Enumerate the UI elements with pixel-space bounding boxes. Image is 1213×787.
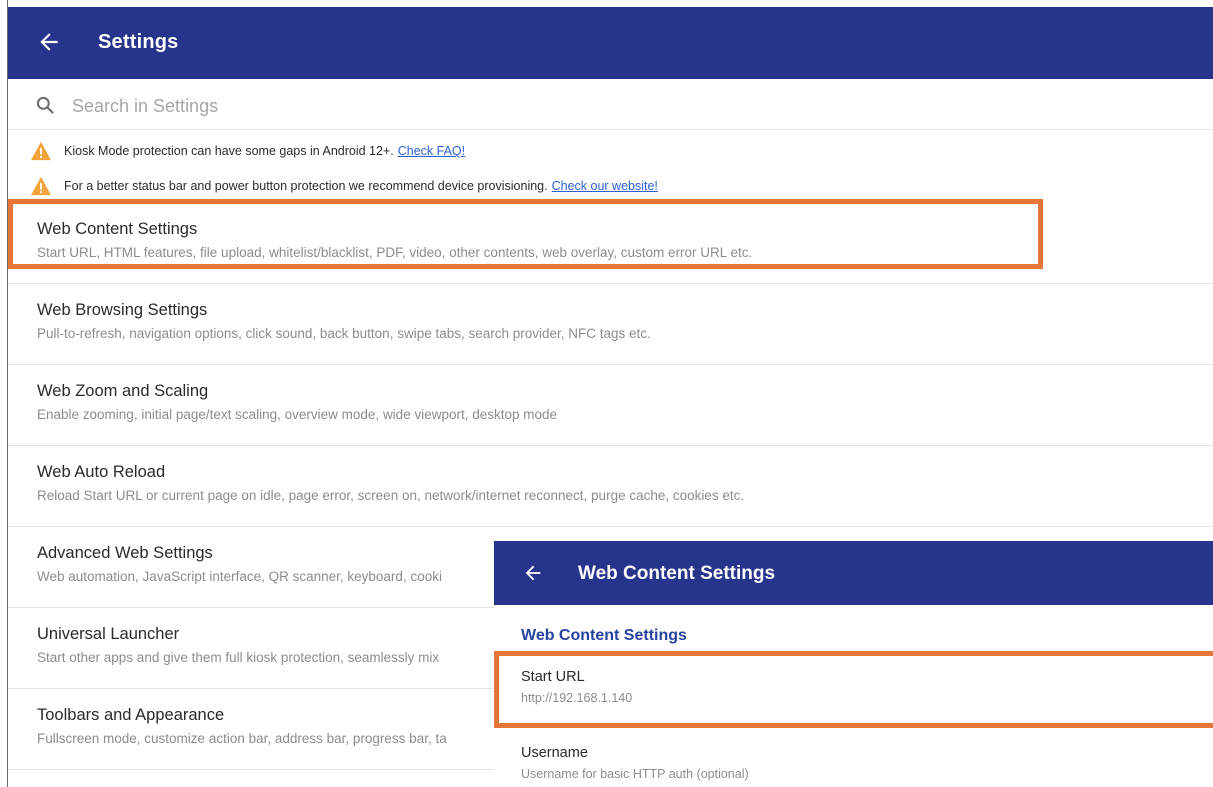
check-website-link[interactable]: Check our website! [552, 179, 658, 193]
setting-web-zoom[interactable]: Web Zoom and Scaling Enable zooming, ini… [8, 365, 1213, 446]
pref-summary: Username for basic HTTP auth (optional) [521, 767, 749, 781]
section-header: Web Content Settings [521, 627, 687, 644]
pref-title: Username [521, 745, 588, 761]
page-title: Settings [98, 31, 179, 53]
setting-web-auto-reload[interactable]: Web Auto Reload Reload Start URL or curr… [8, 446, 1213, 527]
search-icon [36, 96, 54, 114]
setting-title: Web Auto Reload [37, 463, 166, 481]
warning-icon [31, 141, 51, 161]
pref-start-url[interactable]: Start URL http://192.168.1.140 [494, 669, 1213, 713]
setting-title: Universal Launcher [37, 625, 180, 643]
setting-summary: Enable zooming, initial page/text scalin… [37, 407, 558, 422]
warning-text: Kiosk Mode protection can have some gaps… [64, 144, 394, 158]
setting-title: Advanced Web Settings [37, 544, 213, 562]
setting-web-content[interactable]: Web Content Settings Start URL, HTML fea… [8, 203, 1213, 284]
app-bar: Settings [8, 7, 1213, 79]
setting-summary: Reload Start URL or current page on idle… [37, 488, 745, 503]
search-bar [8, 80, 1213, 130]
setting-title: Web Browsing Settings [37, 301, 208, 319]
setting-title: Web Zoom and Scaling [37, 382, 209, 400]
setting-title: Toolbars and Appearance [37, 706, 225, 724]
check-faq-link[interactable]: Check FAQ! [398, 144, 465, 158]
pref-summary: http://192.168.1.140 [521, 691, 633, 705]
settings-screen: Settings Kiosk Mode protection can have … [0, 0, 1213, 787]
warning-android-12: Kiosk Mode protection can have some gaps… [30, 139, 465, 163]
setting-web-browsing[interactable]: Web Browsing Settings Pull-to-refresh, n… [8, 284, 1213, 365]
setting-summary: Start URL, HTML features, file upload, w… [37, 245, 753, 260]
warning-icon [31, 176, 51, 196]
arrow-left-icon[interactable] [522, 562, 544, 584]
pref-username[interactable]: Username Username for basic HTTP auth (o… [494, 745, 1213, 787]
setting-title: Web Content Settings [37, 220, 198, 238]
web-content-settings-panel: Web Content Settings Web Content Setting… [494, 541, 1213, 787]
window-edge [0, 0, 8, 787]
setting-summary: Fullscreen mode, customize action bar, a… [37, 731, 447, 746]
warning-provisioning: For a better status bar and power button… [30, 174, 658, 198]
panel-app-bar: Web Content Settings [494, 541, 1213, 605]
search-input[interactable] [70, 92, 674, 120]
setting-summary: Web automation, JavaScript interface, QR… [37, 569, 442, 584]
arrow-left-icon[interactable] [36, 29, 62, 55]
setting-summary: Pull-to-refresh, navigation options, cli… [37, 326, 651, 341]
setting-summary: Start other apps and give them full kios… [37, 650, 440, 665]
pref-title: Start URL [521, 669, 585, 685]
warning-text: For a better status bar and power button… [64, 179, 548, 193]
panel-title: Web Content Settings [578, 563, 776, 584]
